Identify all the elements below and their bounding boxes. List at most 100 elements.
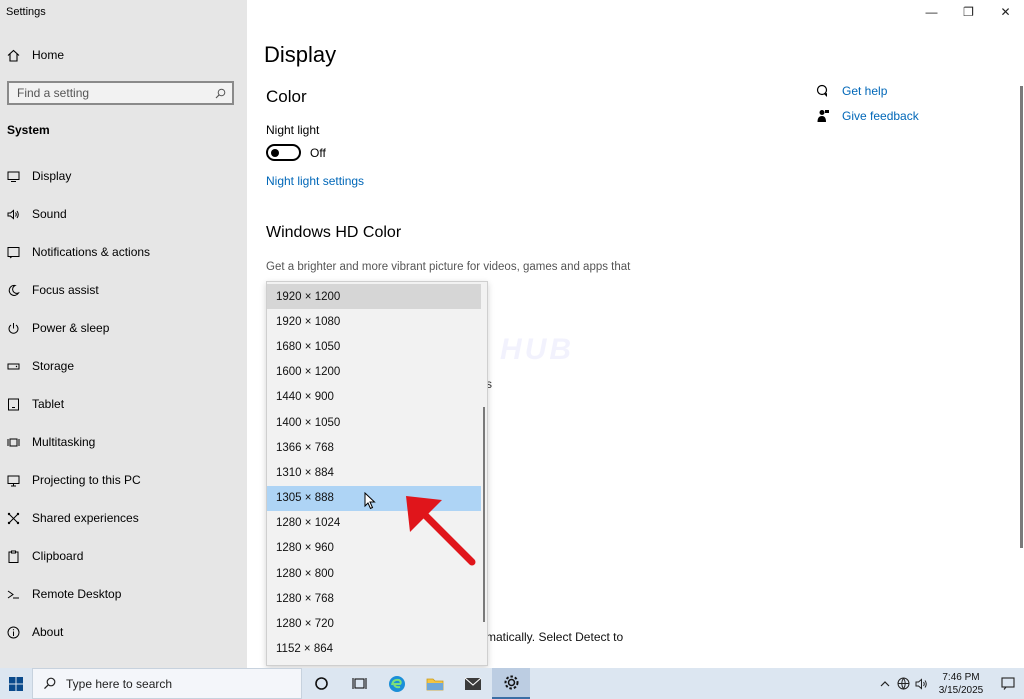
remote-desktop-icon: [7, 590, 19, 598]
edge-button[interactable]: [378, 668, 416, 699]
night-light-settings-link[interactable]: Night light settings: [266, 174, 364, 188]
resolution-option[interactable]: 1600 × 1200: [267, 360, 481, 385]
info-icon: [7, 626, 20, 638]
sidebar-item-storage[interactable]: Storage: [0, 347, 247, 385]
system-tray: 7:46 PM 3/15/2025: [876, 668, 1024, 699]
resolution-option[interactable]: 1400 × 1050: [267, 410, 481, 435]
notification-center-button[interactable]: [992, 677, 1024, 690]
search-icon: [44, 677, 56, 690]
sidebar-item-label: Remote Desktop: [32, 587, 122, 601]
edge-icon: [389, 675, 405, 692]
hd-color-heading: Windows HD Color: [266, 224, 402, 241]
sidebar-item-notifications[interactable]: Notifications & actions: [0, 233, 247, 271]
sidebar-item-multitasking[interactable]: Multitasking: [0, 423, 247, 461]
cortana-button[interactable]: [302, 668, 340, 699]
get-help-link[interactable]: Get help: [816, 78, 919, 103]
mail-icon: [464, 677, 482, 690]
monitor-icon: [7, 171, 20, 182]
sidebar-item-shared-experiences[interactable]: Shared experiences: [0, 499, 247, 537]
sidebar-item-tablet[interactable]: Tablet: [0, 385, 247, 423]
sidebar-item-remote-desktop[interactable]: Remote Desktop: [0, 575, 247, 613]
sidebar: Settings Home Find a setting System Disp…: [0, 0, 247, 668]
power-icon: [8, 322, 19, 334]
mail-button[interactable]: [454, 668, 492, 699]
taskbar: Type here to search 7:46 PM 3/15/2025: [0, 668, 1024, 699]
moon-icon: [8, 284, 20, 296]
sidebar-item-about[interactable]: About: [0, 613, 247, 651]
resolution-option[interactable]: 1152 × 864: [267, 637, 481, 662]
network-icon[interactable]: [894, 668, 912, 699]
resolution-option[interactable]: 1280 × 720: [267, 611, 481, 636]
section-system: System: [7, 123, 50, 137]
window-controls: — ❐ ✕: [913, 0, 1024, 24]
sidebar-item-power-sleep[interactable]: Power & sleep: [0, 309, 247, 347]
restore-button[interactable]: ❐: [950, 0, 987, 24]
resolution-dropdown[interactable]: 1920 × 1200 1920 × 1080 1680 × 1050 1600…: [266, 281, 488, 666]
color-heading: Color: [266, 87, 307, 106]
minimize-button[interactable]: —: [913, 0, 950, 24]
clock-date: 3/15/2025: [938, 684, 984, 696]
window-title: Settings: [6, 6, 46, 18]
find-setting-input[interactable]: Find a setting: [7, 81, 234, 105]
settings-taskbar-button[interactable]: [492, 668, 530, 699]
storage-icon: [7, 363, 20, 369]
sidebar-item-label: Storage: [32, 359, 75, 373]
volume-icon[interactable]: [912, 668, 930, 699]
resolution-option[interactable]: 1920 × 1200: [267, 284, 481, 310]
give-feedback-label: Give feedback: [842, 108, 919, 123]
home-icon: [7, 49, 20, 62]
sidebar-item-display[interactable]: Display: [0, 157, 247, 195]
sidebar-item-label: Clipboard: [32, 549, 84, 563]
resolution-option[interactable]: 1680 × 1050: [267, 334, 481, 359]
give-feedback-link[interactable]: Give feedback: [816, 103, 919, 128]
sidebar-item-label: Display: [32, 169, 72, 183]
sidebar-nav: Display Sound Notifications & actions Fo…: [0, 157, 247, 651]
clock-time: 7:46 PM: [942, 671, 980, 683]
sidebar-item-label: Focus assist: [32, 283, 99, 297]
main-scrollbar[interactable]: [1020, 86, 1023, 548]
sidebar-item-label: Notifications & actions: [32, 245, 151, 259]
night-light-toggle[interactable]: [266, 144, 301, 161]
resolution-option[interactable]: 1440 × 900: [267, 385, 481, 410]
shared-icon: [7, 512, 20, 524]
chat-help-icon: [816, 84, 828, 97]
dropdown-scrollbar[interactable]: [483, 407, 485, 622]
taskbar-clock[interactable]: 7:46 PM 3/15/2025: [930, 671, 992, 697]
sidebar-item-label: Shared experiences: [32, 511, 139, 525]
hd-color-description: Get a brighter and more vibrant picture …: [266, 261, 631, 273]
file-explorer-button[interactable]: [416, 668, 454, 699]
sidebar-item-label: About: [32, 625, 64, 639]
help-panel: Get help Give feedback: [816, 78, 919, 128]
multitasking-icon: [7, 438, 20, 446]
resolution-option[interactable]: 1310 × 884: [267, 460, 481, 485]
task-view-button[interactable]: [340, 668, 378, 699]
gear-icon: [504, 675, 518, 690]
sidebar-item-projecting[interactable]: Projecting to this PC: [0, 461, 247, 499]
close-button[interactable]: ✕: [987, 0, 1024, 24]
resolution-option[interactable]: 1366 × 768: [267, 435, 481, 460]
tablet-icon: [8, 398, 19, 410]
tray-chevron-up-icon[interactable]: [876, 668, 894, 699]
notification-icon: [7, 246, 20, 258]
sidebar-item-clipboard[interactable]: Clipboard: [0, 537, 247, 575]
sidebar-home[interactable]: Home: [7, 48, 64, 62]
resolution-option[interactable]: 1280 × 768: [267, 586, 481, 611]
home-label: Home: [32, 48, 65, 62]
get-help-label: Get help: [842, 83, 888, 98]
resolution-option[interactable]: 1920 × 1080: [267, 309, 481, 334]
page-title: Display: [264, 42, 337, 67]
speaker-icon: [7, 208, 19, 220]
cortana-icon: [314, 677, 328, 690]
task-view-icon: [351, 678, 367, 689]
notification-icon: [1001, 677, 1015, 690]
sidebar-item-label: Sound: [32, 207, 67, 221]
sidebar-item-sound[interactable]: Sound: [0, 195, 247, 233]
feedback-icon: [817, 109, 829, 122]
sidebar-item-label: Tablet: [32, 397, 65, 411]
taskbar-search-box[interactable]: Type here to search: [32, 668, 302, 699]
start-button[interactable]: [0, 668, 32, 699]
windows-logo-icon: [9, 676, 23, 691]
sidebar-item-focus-assist[interactable]: Focus assist: [0, 271, 247, 309]
projector-icon: [7, 475, 20, 486]
sidebar-item-label: Multitasking: [32, 435, 96, 449]
